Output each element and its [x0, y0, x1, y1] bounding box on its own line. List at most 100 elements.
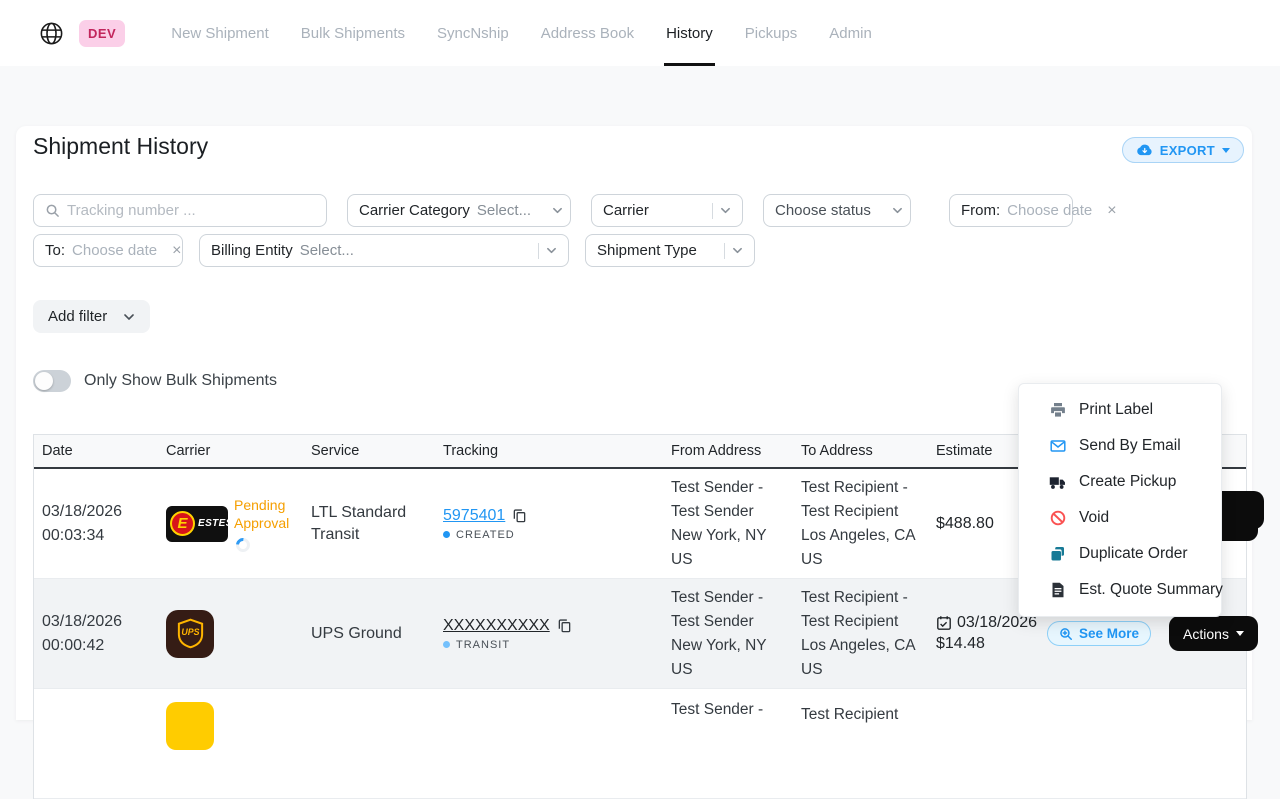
carrier-cell: UPS [158, 610, 303, 658]
tracking-number-input[interactable] [67, 202, 315, 219]
nav-item-address-book[interactable]: Address Book [525, 0, 650, 66]
status-select[interactable]: Choose status [763, 194, 911, 227]
divider [538, 243, 539, 259]
status-dot [443, 641, 450, 648]
column-tracking: Tracking [435, 443, 663, 459]
tracking-search-field[interactable] [33, 194, 327, 227]
see-more-button[interactable]: See More [1047, 621, 1151, 646]
carrier-cell: E ESTES Pending Approval [158, 496, 303, 552]
service-name: LTL Standard Transit [311, 502, 435, 546]
actions-dropdown-menu: Print Label Send By Email Create Pickup … [1018, 383, 1222, 617]
divider [712, 203, 713, 219]
add-filter-button[interactable]: Add filter [33, 300, 150, 333]
nav-item-bulk-shipments[interactable]: Bulk Shipments [285, 0, 421, 66]
billing-entity-label: Billing Entity [211, 242, 293, 259]
shipment-date: 03/18/2026 [42, 501, 158, 523]
pending-approval-badge: Pending Approval [234, 496, 306, 532]
menu-item-void[interactable]: Void [1019, 500, 1221, 536]
bulk-toggle-row: Only Show Bulk Shipments [33, 370, 277, 392]
from-date-field[interactable]: From: Choose date × [949, 194, 1073, 227]
nav-item-pickups[interactable]: Pickups [729, 0, 814, 66]
status-dot [443, 531, 450, 538]
carrier-category-label: Carrier Category [359, 202, 470, 219]
to-date-field[interactable]: To: Choose date × [33, 234, 183, 267]
menu-item-create-pickup[interactable]: Create Pickup [1019, 464, 1221, 500]
tracking-link[interactable]: 5975401 [443, 507, 505, 525]
status-placeholder: Choose status [775, 202, 871, 219]
billing-entity-value: Select... [300, 242, 354, 259]
nav-item-new-shipment[interactable]: New Shipment [155, 0, 285, 66]
menu-item-est-quote-summary[interactable]: Est. Quote Summary [1019, 572, 1221, 608]
shipment-type-select[interactable]: Shipment Type [585, 234, 755, 267]
from-address-cell: Test Sender - [663, 699, 793, 721]
bulk-toggle-label: Only Show Bulk Shipments [84, 372, 277, 390]
menu-item-label: Est. Quote Summary [1079, 581, 1223, 599]
copy-icon[interactable] [512, 508, 527, 523]
status-badge: TRANSIT [456, 639, 510, 651]
chevron-down-icon [552, 205, 563, 216]
status-badge: CREATED [456, 529, 515, 541]
service-name: UPS Ground [311, 623, 435, 645]
to-date-placeholder: Choose date [72, 242, 157, 259]
billing-entity-select[interactable]: Billing Entity Select... [199, 234, 569, 267]
only-bulk-shipments-toggle[interactable] [33, 370, 71, 392]
tracking-cell: 5975401 CREATED [435, 507, 663, 541]
column-to-address: To Address [793, 443, 928, 459]
row-actions-cell: See More Actions [1039, 616, 1258, 651]
loading-spinner [233, 535, 253, 555]
nav-item-syncnship[interactable]: SyncNship [421, 0, 525, 66]
search-icon [45, 203, 60, 218]
close-icon[interactable]: × [171, 243, 182, 259]
chevron-down-icon [1222, 148, 1230, 153]
close-icon[interactable]: × [1106, 203, 1117, 219]
shipment-time: 00:03:34 [42, 525, 158, 547]
date-cell: 03/18/2026 00:00:42 [34, 611, 158, 657]
envelope-icon [1049, 438, 1066, 454]
from-address-cell: Test Sender - Test Sender New York, NY U… [663, 477, 793, 571]
nav-item-admin[interactable]: Admin [813, 0, 888, 66]
export-label: EXPORT [1160, 143, 1215, 158]
service-cell: UPS Ground [303, 623, 435, 645]
actions-button[interactable]: Actions [1169, 616, 1258, 651]
menu-item-label: Void [1079, 509, 1109, 527]
top-nav: DEV New Shipment Bulk Shipments SyncNshi… [0, 0, 1280, 66]
table-row: Test Sender - Test Recipient [34, 689, 1246, 799]
nav-items: New Shipment Bulk Shipments SyncNship Ad… [155, 0, 888, 66]
menu-item-duplicate-order[interactable]: Duplicate Order [1019, 536, 1221, 572]
nav-item-history[interactable]: History [650, 0, 729, 66]
menu-item-label: Create Pickup [1079, 473, 1176, 491]
duplicate-icon [1049, 546, 1066, 562]
printer-icon [1049, 402, 1066, 418]
ups-logo: UPS [166, 610, 214, 658]
export-button[interactable]: EXPORT [1122, 137, 1244, 163]
from-date-label: From: [961, 202, 1000, 219]
add-filter-label: Add filter [48, 308, 107, 325]
carrier-select[interactable]: Carrier [591, 194, 743, 227]
chevron-down-icon [892, 205, 903, 216]
cloud-download-icon [1136, 143, 1153, 157]
menu-item-label: Duplicate Order [1079, 545, 1188, 563]
copy-icon[interactable] [557, 618, 572, 633]
estes-logo: E ESTES [166, 506, 228, 542]
column-service: Service [303, 443, 435, 459]
menu-item-print-label[interactable]: Print Label [1019, 392, 1221, 428]
divider [724, 243, 725, 259]
document-icon [1049, 582, 1066, 598]
chevron-down-icon [732, 245, 743, 256]
estimate-price: $14.48 [936, 635, 1039, 653]
column-date: Date [34, 443, 158, 459]
carrier-category-select[interactable]: Carrier Category Select... [347, 194, 571, 227]
globe-icon [38, 20, 65, 47]
column-carrier: Carrier [158, 443, 303, 459]
carrier-label: Carrier [603, 202, 649, 219]
estes-logo-text: ESTES [198, 518, 233, 529]
estes-emblem: E [170, 511, 195, 536]
carrier-category-value: Select... [477, 202, 531, 219]
from-address-cell: Test Sender - Test Sender New York, NY U… [663, 587, 793, 681]
tracking-cell: XXXXXXXXXX TRANSIT [435, 617, 663, 651]
toggle-knob [35, 372, 53, 390]
date-cell: 03/18/2026 00:03:34 [34, 501, 158, 547]
menu-item-send-by-email[interactable]: Send By Email [1019, 428, 1221, 464]
tracking-link[interactable]: XXXXXXXXXX [443, 617, 550, 635]
page-title: Shipment History [33, 133, 208, 160]
